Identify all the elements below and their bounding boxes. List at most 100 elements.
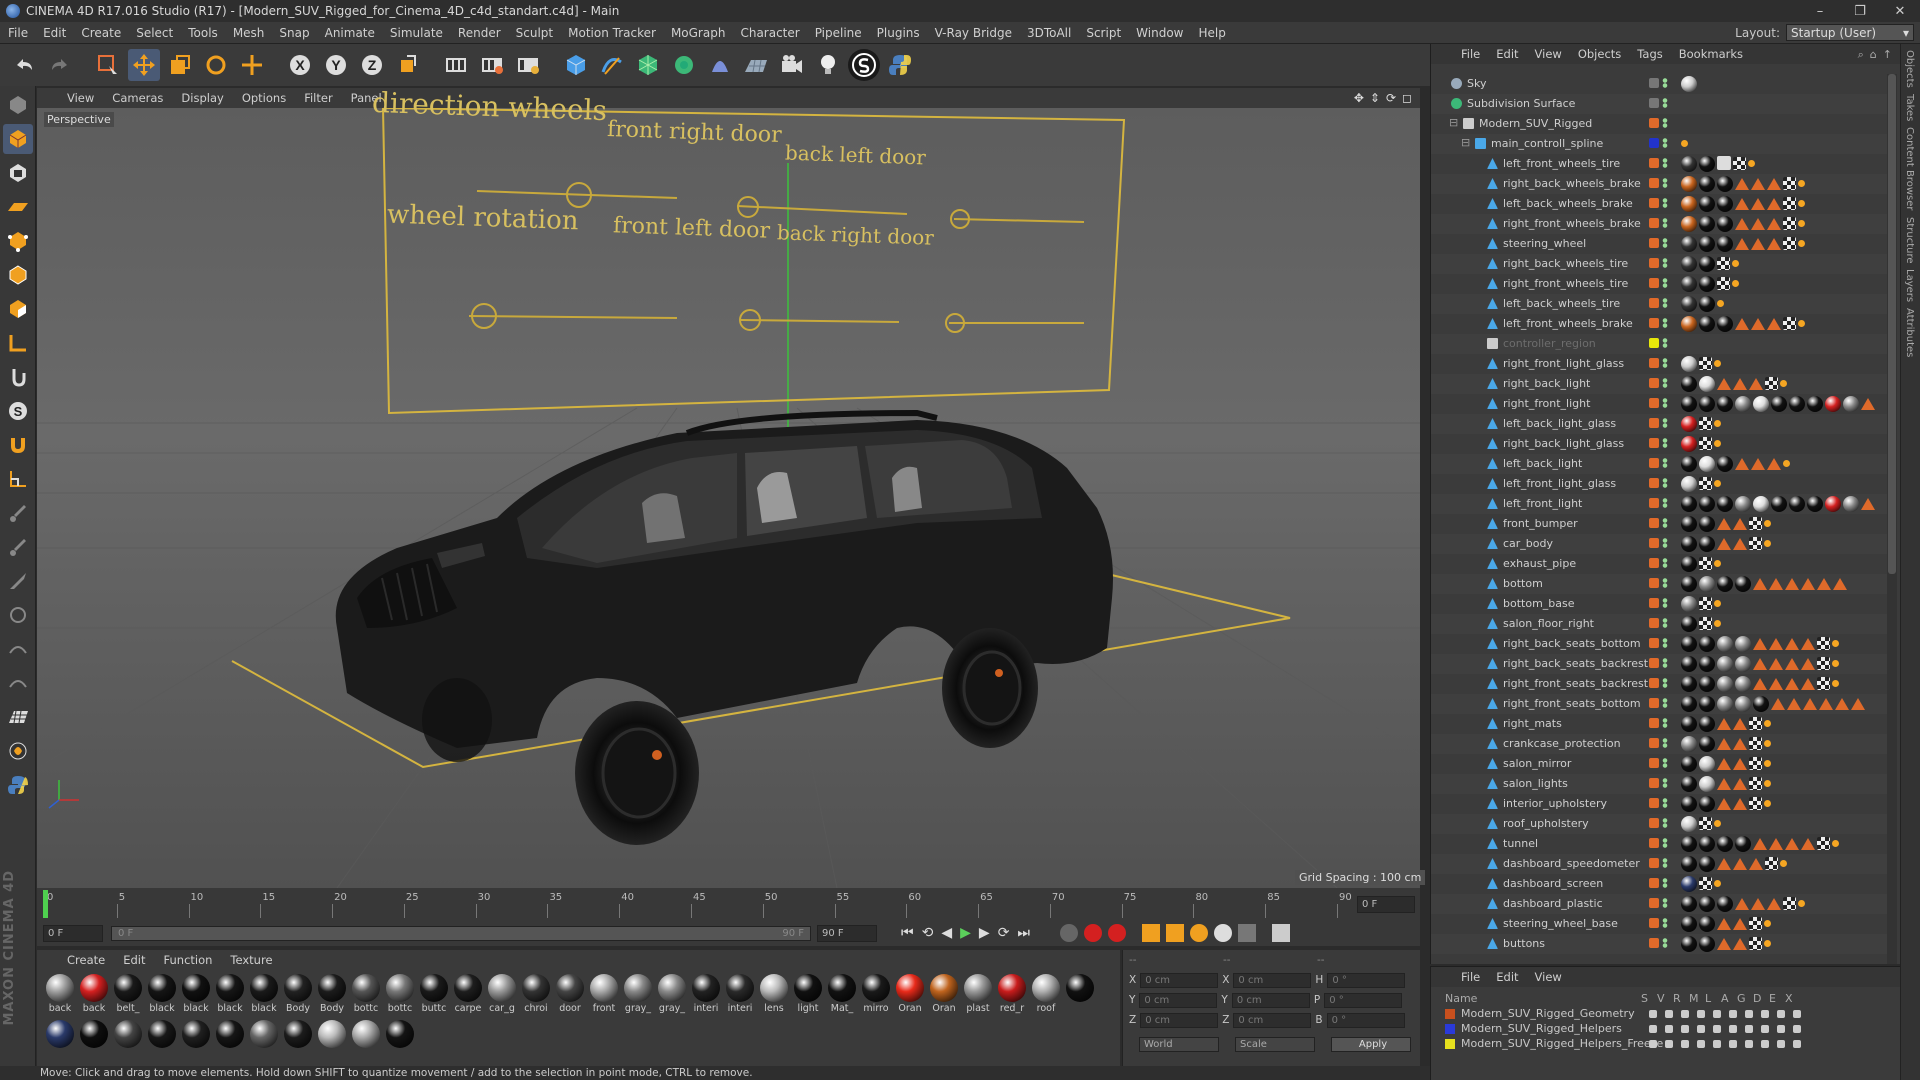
texture-tag-icon[interactable] <box>1769 578 1783 590</box>
uvw-tag-icon[interactable] <box>1783 197 1796 210</box>
material-tag-icon[interactable] <box>1699 676 1715 692</box>
floor-icon[interactable] <box>740 49 772 81</box>
end-frame-field[interactable]: 90 F <box>817 924 877 942</box>
layer-color-flag[interactable] <box>1649 438 1659 448</box>
layer-toggle-icon[interactable] <box>1665 1009 1673 1018</box>
object-row[interactable]: roof_upholstery <box>1431 814 1891 834</box>
material-tag-icon[interactable] <box>1789 496 1805 512</box>
object-row[interactable]: right_back_light <box>1431 374 1891 394</box>
layer-color-flag[interactable] <box>1649 798 1659 808</box>
texture-tag-icon[interactable] <box>1717 738 1731 750</box>
uvw-tag-icon[interactable] <box>1699 417 1712 430</box>
object-menu-tags[interactable]: Tags <box>1637 47 1662 61</box>
object-menu-view[interactable]: View <box>1535 47 1562 61</box>
material-tag-icon[interactable] <box>1699 236 1715 252</box>
material-swatch[interactable]: light <box>791 970 825 1016</box>
menu-create[interactable]: Create <box>81 26 121 40</box>
object-row[interactable]: front_bumper <box>1431 514 1891 534</box>
layer-color-flag[interactable] <box>1649 158 1659 168</box>
grid-snap-icon[interactable] <box>3 702 33 732</box>
object-row[interactable]: right_front_seats_bottom <box>1431 694 1891 714</box>
material-menu-edit[interactable]: Edit <box>123 953 145 967</box>
uvw-tag-icon[interactable] <box>1783 897 1796 910</box>
material-tag-icon[interactable] <box>1735 576 1751 592</box>
layer-toggle-icon[interactable] <box>1729 1024 1737 1033</box>
texture-tag-icon[interactable] <box>1801 658 1815 670</box>
menu-simulate[interactable]: Simulate <box>390 26 443 40</box>
paint-icon[interactable] <box>3 532 33 562</box>
visibility-dots-icon[interactable] <box>1662 838 1668 848</box>
layer-toggle-icon[interactable] <box>1777 1009 1785 1018</box>
material-tag-icon[interactable] <box>1735 676 1751 692</box>
scrollbar-thumb[interactable] <box>1888 74 1896 574</box>
material-tag-icon[interactable] <box>1735 696 1751 712</box>
visibility-dots-icon[interactable] <box>1662 778 1668 788</box>
texture-tag-icon[interactable] <box>1767 898 1781 910</box>
uvw-tag-icon[interactable] <box>1749 737 1762 750</box>
texture-tag-icon[interactable] <box>1769 638 1783 650</box>
timeline-playhead[interactable] <box>43 890 48 918</box>
coordinate-value-field[interactable]: 0 ° <box>1327 972 1406 988</box>
texture-tag-icon[interactable] <box>1785 838 1799 850</box>
timeline-window-icon[interactable] <box>1272 924 1291 942</box>
keyframe-selection-icon[interactable] <box>1108 924 1127 942</box>
phong-tag-icon[interactable] <box>1780 860 1787 867</box>
phong-tag-icon[interactable] <box>1732 260 1739 267</box>
edges-mode-icon[interactable] <box>3 260 33 290</box>
material-swatch[interactable]: Oran <box>893 970 927 1016</box>
coordinate-value-field[interactable]: 0 cm <box>1233 972 1312 988</box>
coordinate-value-field[interactable]: 0 cm <box>1231 992 1310 1008</box>
visibility-dots-icon[interactable] <box>1662 818 1668 828</box>
material-menu-texture[interactable]: Texture <box>230 953 272 967</box>
object-row[interactable]: right_front_light_glass <box>1431 354 1891 374</box>
layer-toggle-icon[interactable] <box>1761 1009 1769 1018</box>
texture-tag-icon[interactable] <box>1801 638 1815 650</box>
material-tag-icon[interactable] <box>1699 396 1715 412</box>
zoom-view-icon[interactable]: ⇕ <box>1370 91 1380 105</box>
layer-toggle-icon[interactable] <box>1745 1039 1753 1048</box>
object-list-scrollbar[interactable] <box>1887 74 1897 964</box>
object-row[interactable]: left_back_wheels_tire <box>1431 294 1891 314</box>
uvw-tag-icon[interactable] <box>1783 217 1796 230</box>
texture-tag-icon[interactable] <box>1733 538 1747 550</box>
visibility-dots-icon[interactable] <box>1662 878 1668 888</box>
material-swatch[interactable]: black <box>179 970 213 1016</box>
layer-color-flag[interactable] <box>1649 918 1659 928</box>
material-tag-icon[interactable] <box>1681 156 1697 172</box>
texture-tag-icon[interactable] <box>1717 918 1731 930</box>
make-editable-icon[interactable] <box>3 90 33 120</box>
menu-mograph[interactable]: MoGraph <box>671 26 726 40</box>
camera-icon[interactable] <box>776 49 808 81</box>
snap-icon[interactable]: S <box>3 396 33 426</box>
material-swatch[interactable]: gray_ <box>621 970 655 1016</box>
visibility-dots-icon[interactable] <box>1662 658 1668 668</box>
material-tag-icon[interactable] <box>1717 196 1733 212</box>
material-menu-create[interactable]: Create <box>67 953 105 967</box>
texture-tag-icon[interactable] <box>1751 318 1765 330</box>
texture-tag-icon[interactable] <box>1817 578 1831 590</box>
coordinate-value-field[interactable]: 0 ° <box>1326 1012 1405 1028</box>
move-view-icon[interactable]: ✥ <box>1354 91 1364 105</box>
coordinate-value-field[interactable]: 0 cm <box>1233 1012 1312 1028</box>
material-tag-icon[interactable] <box>1699 716 1715 732</box>
material-tag-icon[interactable] <box>1807 396 1823 412</box>
scale-tool-icon[interactable] <box>164 49 196 81</box>
coordinate-system-icon[interactable] <box>392 49 424 81</box>
uvw-tag-icon[interactable] <box>1765 377 1778 390</box>
material-tag-icon[interactable] <box>1699 736 1715 752</box>
deformer-icon[interactable] <box>704 49 736 81</box>
texture-tag-icon[interactable] <box>1861 498 1875 510</box>
object-row[interactable]: dashboard_speedometer <box>1431 854 1891 874</box>
visibility-dots-icon[interactable] <box>1662 478 1668 488</box>
layer-row[interactable]: Modern_SUV_Rigged_Helpers <box>1431 1021 1900 1036</box>
layer-menu-file[interactable]: File <box>1461 970 1480 984</box>
material-tag-icon[interactable] <box>1681 496 1697 512</box>
tab-layers[interactable]: Layers <box>1904 269 1915 302</box>
live-selection-icon[interactable] <box>92 49 124 81</box>
texture-tag-icon[interactable] <box>1735 178 1749 190</box>
layer-color-flag[interactable] <box>1649 338 1659 348</box>
transform-tool-icon[interactable] <box>236 49 268 81</box>
texture-tag-icon[interactable] <box>1803 698 1817 710</box>
material-tag-icon[interactable] <box>1681 776 1697 792</box>
object-row[interactable]: right_mats <box>1431 714 1891 734</box>
